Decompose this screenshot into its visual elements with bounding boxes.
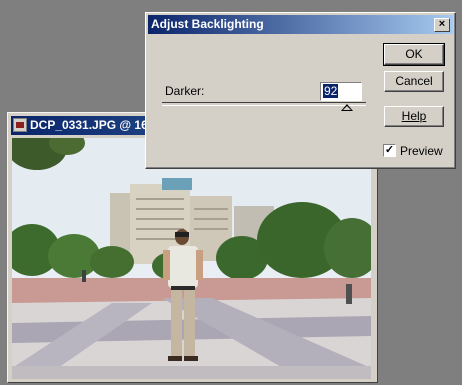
help-button[interactable]: Help xyxy=(384,106,444,127)
darker-value-field[interactable]: 92 xyxy=(320,82,362,101)
dialog-title: Adjust Backlighting xyxy=(151,17,264,31)
photo-canvas[interactable] xyxy=(12,138,371,379)
cancel-button[interactable]: Cancel xyxy=(384,71,444,92)
close-icon[interactable]: × xyxy=(434,18,450,32)
help-label: Help xyxy=(401,109,427,123)
darker-value: 92 xyxy=(323,84,339,98)
preview-label[interactable]: Preview xyxy=(400,144,443,158)
darker-slider-thumb[interactable] xyxy=(341,104,353,111)
ok-button[interactable]: OK xyxy=(383,43,445,66)
check-icon[interactable]: ✓ xyxy=(383,144,396,157)
document-icon[interactable] xyxy=(13,118,27,132)
photo xyxy=(12,138,371,379)
darker-label: Darker: xyxy=(165,84,205,98)
darker-slider-track[interactable] xyxy=(162,102,366,106)
dialog-titlebar[interactable]: Adjust Backlighting × xyxy=(148,15,453,34)
adjust-backlighting-dialog: Adjust Backlighting × OK Cancel Help Dar… xyxy=(145,12,456,169)
